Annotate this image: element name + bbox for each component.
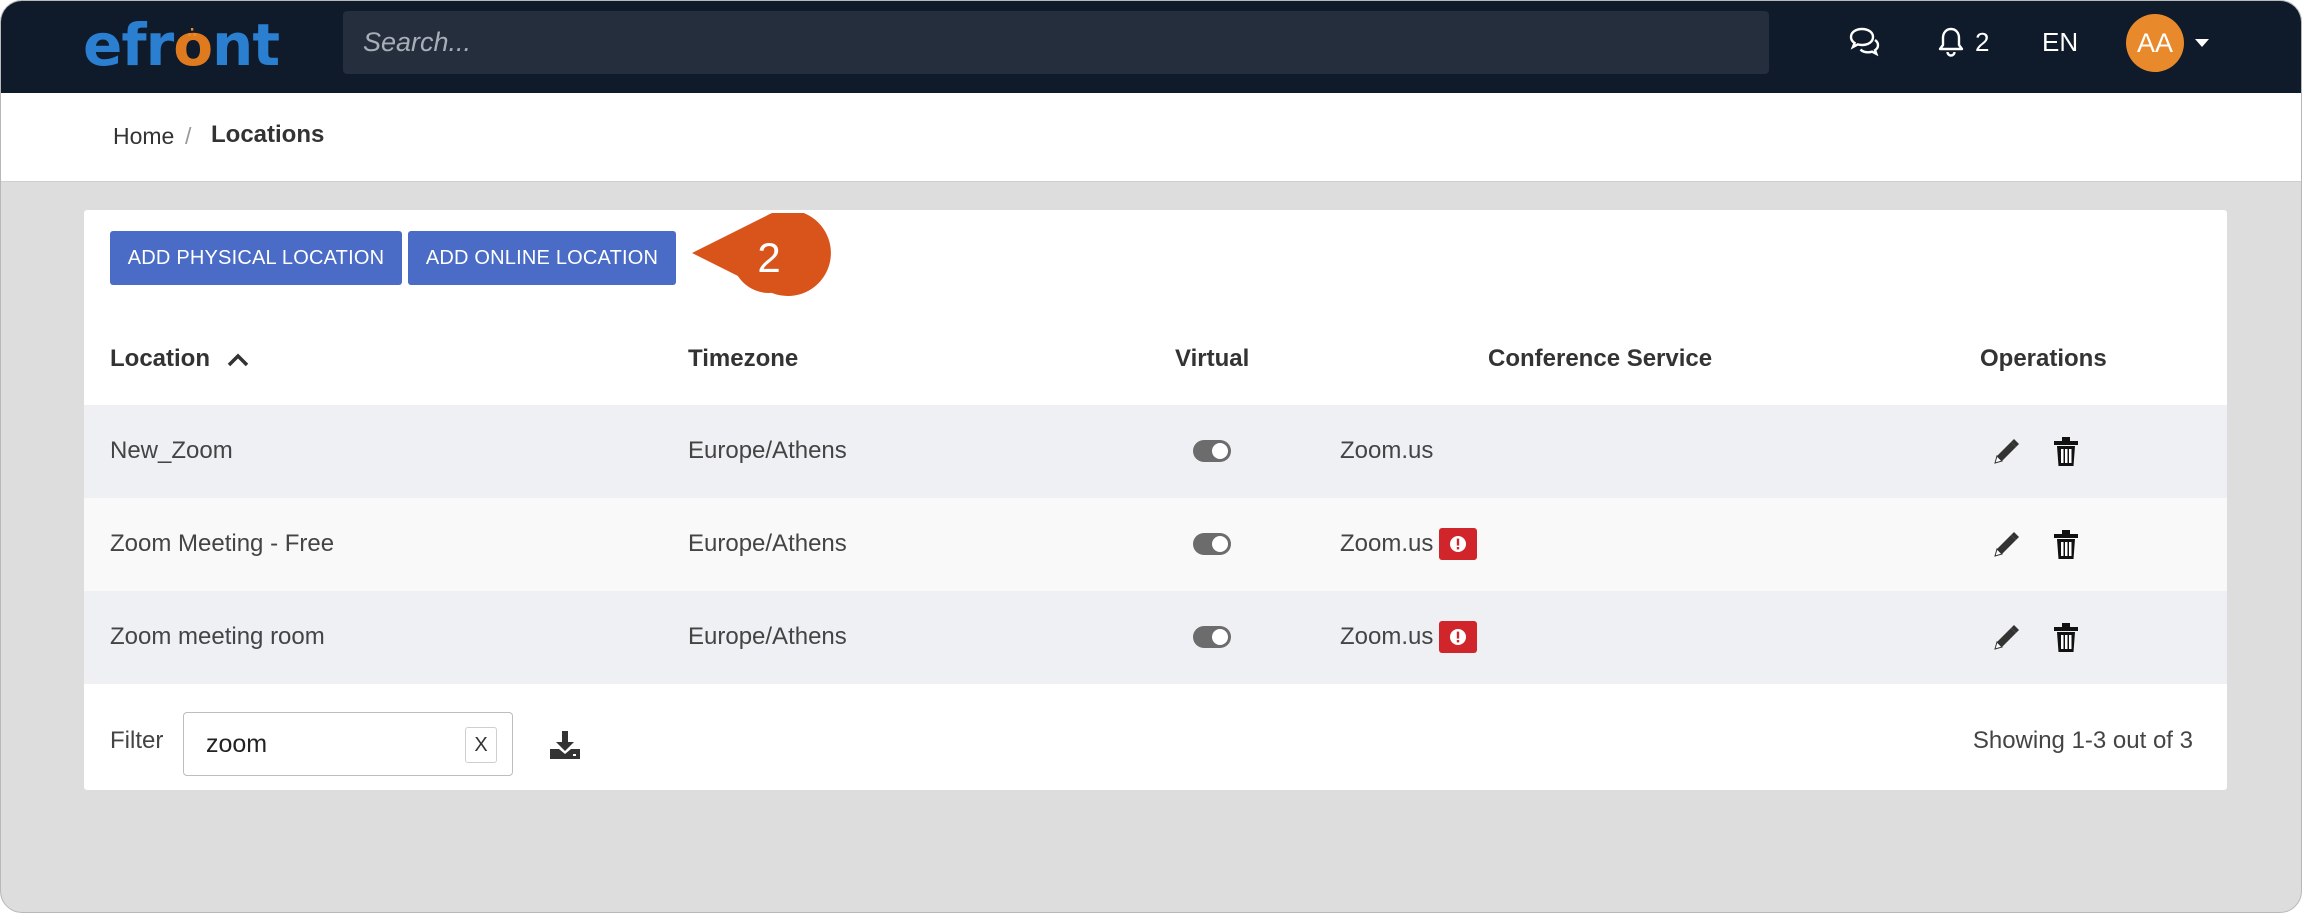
timezone-value: Europe/Athens — [688, 530, 847, 557]
add-physical-location-button[interactable]: ADD PHYSICAL LOCATION — [110, 231, 402, 285]
step-number: 2 — [757, 234, 781, 281]
warning-badge-icon[interactable] — [1439, 620, 1478, 653]
location-name: Zoom meeting room — [110, 623, 325, 650]
virtual-toggle[interactable] — [1193, 533, 1231, 555]
conference-service-cell: Zoom.us — [1340, 527, 1478, 561]
language-switcher[interactable]: EN — [2042, 25, 2078, 59]
location-name: New_Zoom — [110, 437, 233, 464]
conference-service-value: Zoom.us — [1340, 623, 1434, 650]
notifications-count[interactable]: 2 — [1975, 25, 1989, 59]
warning-badge-icon[interactable] — [1439, 527, 1478, 560]
download-icon[interactable] — [548, 729, 582, 766]
edit-pencil-icon[interactable] — [1990, 529, 2022, 566]
table-row[interactable]: Zoom Meeting - Free Europe/Athens Zoom.u… — [84, 498, 2227, 591]
breadcrumb-separator: / — [185, 123, 192, 149]
efront-logo[interactable]: efro ∴ nt — [83, 15, 280, 75]
conference-service-value: Zoom.us — [1340, 437, 1434, 464]
column-header-location[interactable]: Location — [110, 344, 249, 375]
location-name: Zoom Meeting - Free — [110, 530, 335, 557]
filter-input-value[interactable]: zoom — [206, 730, 267, 759]
conference-service-cell: Zoom.us — [1340, 620, 1478, 654]
avatar[interactable]: AA — [2126, 14, 2184, 72]
filter-input[interactable]: zoom X — [183, 712, 513, 776]
conference-service-value: Zoom.us — [1340, 530, 1434, 557]
chat-icon[interactable] — [1847, 25, 1881, 64]
table-row[interactable]: New_Zoom Europe/Athens Zoom.us — [84, 405, 2227, 498]
caret-down-icon[interactable] — [2195, 39, 2209, 47]
column-header-conference-service[interactable]: Conference Service — [1488, 344, 1712, 374]
virtual-toggle[interactable] — [1193, 440, 1231, 462]
virtual-toggle[interactable] — [1193, 626, 1231, 648]
sort-ascending-icon[interactable] — [227, 345, 249, 375]
filter-label: Filter — [110, 727, 164, 754]
app-window: efro ∴ nt Search... 2 EN AA Home / Locatio… — [0, 0, 2302, 913]
edit-pencil-icon[interactable] — [1990, 436, 2022, 473]
table-row[interactable]: Zoom meeting room Europe/Athens Zoom.us — [84, 591, 2227, 684]
timezone-value: Europe/Athens — [688, 437, 847, 464]
delete-trash-icon[interactable] — [2051, 622, 2081, 659]
column-header-timezone[interactable]: Timezone — [688, 344, 798, 374]
edit-pencil-icon[interactable] — [1990, 622, 2022, 659]
clear-filter-button[interactable]: X — [465, 727, 497, 763]
locations-card: ADD PHYSICAL LOCATION ADD ONLINE LOCATIO… — [84, 210, 2227, 790]
page-title: Locations — [211, 121, 325, 148]
pagination-summary: Showing 1-3 out of 3 — [1972, 727, 2193, 754]
delete-trash-icon[interactable] — [2051, 436, 2081, 473]
search-input[interactable]: Search... — [343, 11, 1769, 74]
breadcrumb-home-link[interactable]: Home — [113, 123, 174, 150]
breadcrumb: Home / Locations — [1, 93, 2301, 182]
timezone-value: Europe/Athens — [688, 623, 847, 650]
column-header-virtual[interactable]: Virtual — [1175, 344, 1249, 374]
column-header-operations: Operations — [1980, 345, 2107, 372]
bell-icon[interactable] — [1935, 25, 1967, 64]
top-navbar: efro ∴ nt Search... 2 EN AA — [1, 1, 2301, 93]
delete-trash-icon[interactable] — [2051, 529, 2081, 566]
add-online-location-button[interactable]: ADD ONLINE LOCATION — [408, 231, 676, 285]
